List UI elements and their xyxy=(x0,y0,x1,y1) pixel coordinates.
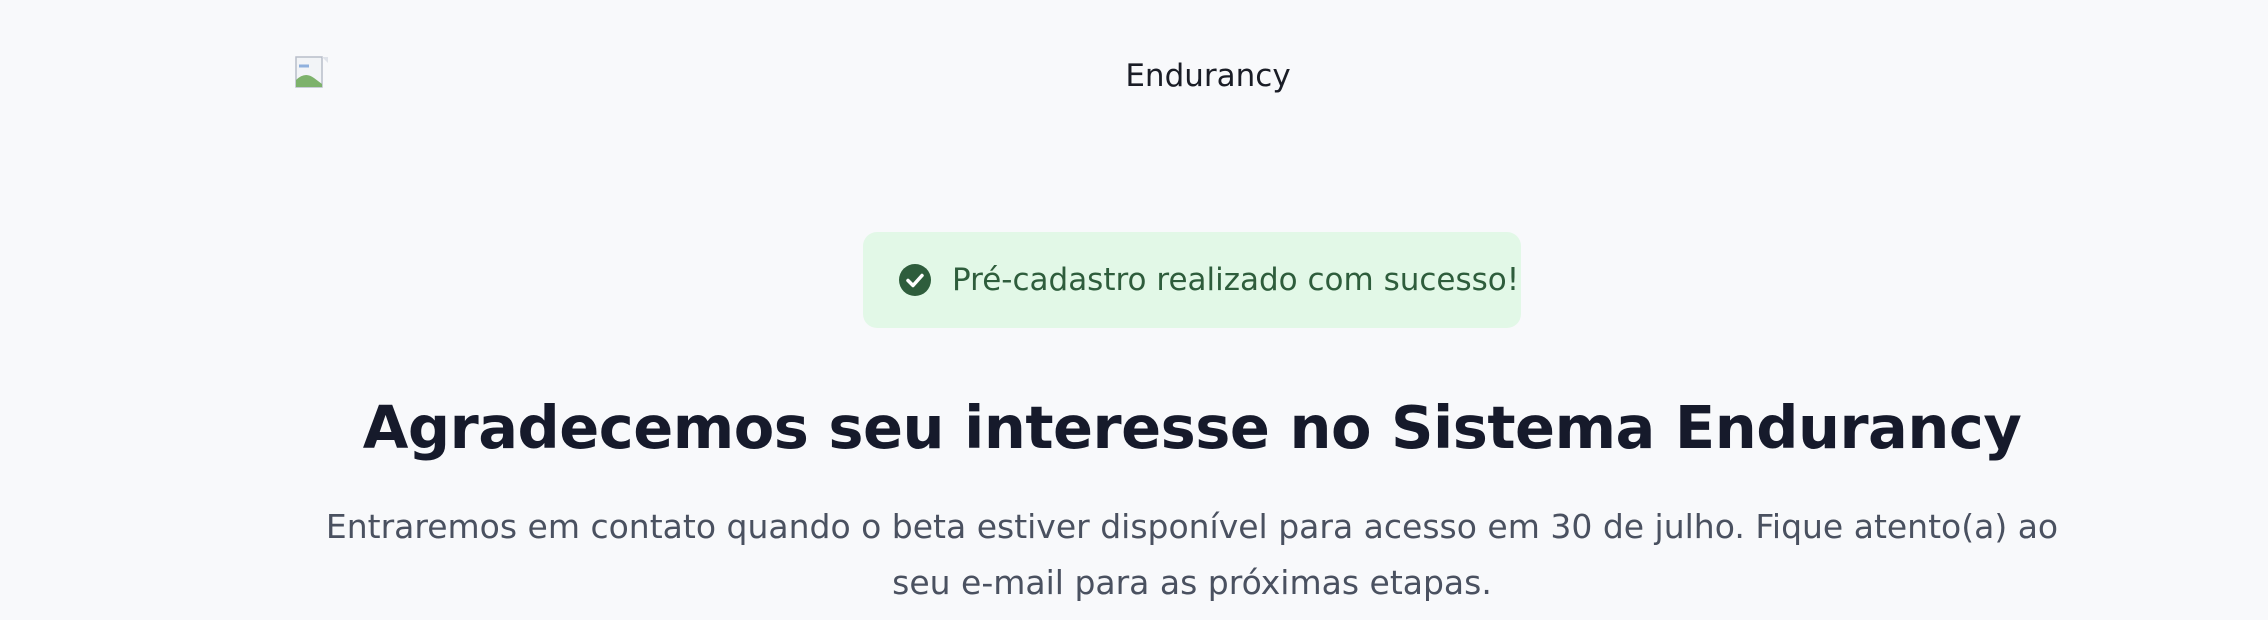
brand-name[interactable]: Endurancy xyxy=(0,58,2268,95)
header: Endurancy xyxy=(0,0,2268,160)
check-circle-icon xyxy=(898,263,932,297)
page-title: Agradecemos seu interesse no Sistema End… xyxy=(362,393,2022,462)
page-subtitle: Entraremos em contato quando o beta esti… xyxy=(325,507,2059,602)
success-alert: Pré-cadastro realizado com sucesso! xyxy=(863,232,1521,328)
alert-message: Pré-cadastro realizado com sucesso! xyxy=(952,262,1520,298)
page: Endurancy Pré-cadastro realizado com suc… xyxy=(0,0,2268,620)
